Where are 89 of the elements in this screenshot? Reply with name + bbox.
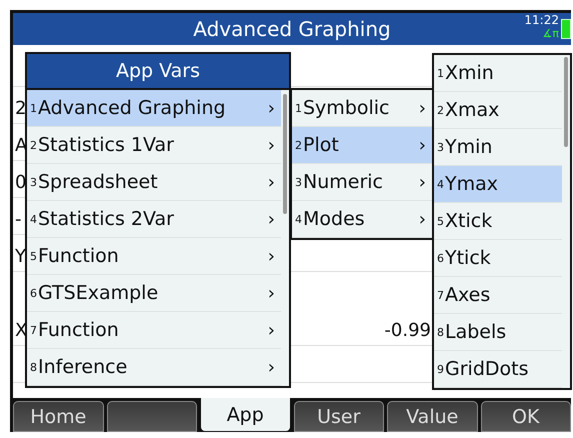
item-number: 4 — [437, 178, 444, 190]
clock: 11:22 — [524, 13, 559, 27]
history-entry: - — [15, 209, 22, 230]
item-number: 5 — [30, 250, 37, 262]
menu-item[interactable]: 2 Xmax — [434, 92, 562, 129]
history-result: -0.99 — [384, 320, 431, 341]
menu-item[interactable]: 9 GridDots — [434, 351, 562, 388]
menu-item[interactable]: 2 Plot › — [292, 127, 432, 164]
menu-item[interactable]: 8 Labels — [434, 314, 562, 351]
window-title: Advanced Graphing — [193, 17, 391, 41]
item-label: Advanced Graphing — [38, 97, 227, 119]
item-number: 9 — [437, 362, 444, 376]
history-entry: 0 — [15, 172, 26, 193]
item-label: Axes — [445, 284, 492, 306]
soft-key[interactable]: App — [200, 398, 290, 432]
soft-key[interactable]: User — [294, 401, 384, 432]
item-label: Ytick — [445, 247, 492, 269]
submenu-arrow-icon: › — [268, 98, 281, 118]
menu-item[interactable]: 7 Function › — [27, 312, 281, 349]
blank-soft-key[interactable] — [106, 401, 197, 432]
item-number: 1 — [30, 102, 37, 114]
menu-item[interactable]: 6 GTSExample › — [27, 275, 281, 312]
item-number: 8 — [437, 326, 444, 338]
item-number: 5 — [437, 214, 444, 228]
item-label: GridDots — [445, 358, 530, 380]
item-number: 3 — [295, 176, 302, 188]
item-label: Xmin — [445, 62, 495, 84]
menu-item[interactable]: 4 Statistics 2Var › — [27, 201, 281, 238]
menu-item[interactable]: 3 Spreadsheet › — [27, 164, 281, 201]
menu-item[interactable]: 7Axes — [434, 277, 562, 314]
item-label: Plot — [303, 134, 340, 156]
item-label: Xtick — [445, 210, 494, 232]
submenu-arrow-icon: › — [268, 282, 281, 304]
submenu-arrow-icon: › — [268, 356, 281, 378]
soft-key[interactable]: Value — [387, 401, 478, 432]
menu-item[interactable]: 1 Xmin — [434, 55, 562, 92]
submenu-arrow-icon: › — [268, 246, 281, 266]
menu-item[interactable]: 5 Function › — [27, 238, 281, 275]
scrollbar[interactable] — [564, 57, 568, 147]
item-number: 2 — [437, 104, 444, 116]
menu-item[interactable]: 1Advanced Graphing › — [27, 90, 281, 127]
item-label: Modes — [303, 208, 366, 230]
item-label: Xmax — [445, 99, 500, 121]
item-label: Ymin — [445, 136, 494, 158]
soft-key[interactable]: Home — [13, 401, 104, 432]
item-number: 1 — [295, 102, 302, 114]
item-label: GTSExample — [38, 282, 160, 304]
item-number: 8 — [30, 360, 37, 374]
submenu-arrow-icon: › — [418, 98, 432, 118]
item-number: 7 — [30, 324, 37, 336]
submenu-arrow-icon: › — [418, 134, 432, 156]
submenu-arrow-icon: › — [268, 134, 281, 156]
scrollbar[interactable] — [283, 94, 287, 214]
menu-title: App Vars — [27, 54, 289, 90]
item-label: Spreadsheet — [38, 171, 159, 193]
item-number: 7 — [437, 288, 444, 302]
menu-item[interactable]: 5 Xtick — [434, 203, 562, 240]
submenu-arrow-icon: › — [268, 172, 281, 192]
item-label: Statistics 1Var — [38, 134, 175, 156]
item-number: 3 — [437, 140, 444, 154]
item-label: Ymax — [445, 173, 500, 195]
item-number: 3 — [30, 176, 37, 188]
item-label: Statistics 2Var — [38, 208, 175, 230]
item-number: 4 — [30, 212, 37, 226]
item-number: 6 — [437, 252, 444, 264]
submenu-arrow-icon: › — [418, 208, 432, 230]
item-label: Function — [38, 245, 120, 267]
item-number: 2 — [295, 138, 302, 152]
item-label: Labels — [445, 321, 508, 343]
item-number: 1 — [437, 66, 444, 80]
menu-item[interactable]: 6Ytick — [434, 240, 562, 277]
battery-icon — [561, 19, 571, 39]
menu-item[interactable]: 8 Inference › — [27, 349, 281, 386]
item-number: 2 — [30, 138, 37, 152]
menu-item[interactable]: 2 Statistics 1Var › — [27, 127, 281, 164]
item-number: 4 — [295, 212, 302, 226]
history-entry: Y — [15, 246, 26, 267]
history-entry: 2 — [15, 98, 26, 119]
menu-item[interactable]: 4Ymax — [434, 166, 562, 203]
submenu-arrow-icon: › — [268, 208, 281, 230]
submenu-arrow-icon: › — [418, 172, 432, 192]
item-label: Function — [38, 319, 120, 341]
item-label: Inference — [38, 356, 128, 378]
item-label: Symbolic — [303, 97, 391, 119]
soft-key[interactable]: OK — [480, 401, 571, 432]
item-number: 6 — [30, 286, 37, 300]
submenu-arrow-icon: › — [268, 320, 281, 340]
item-label: Numeric — [303, 171, 384, 193]
angle-mode-indicator: ∡π — [542, 27, 559, 40]
